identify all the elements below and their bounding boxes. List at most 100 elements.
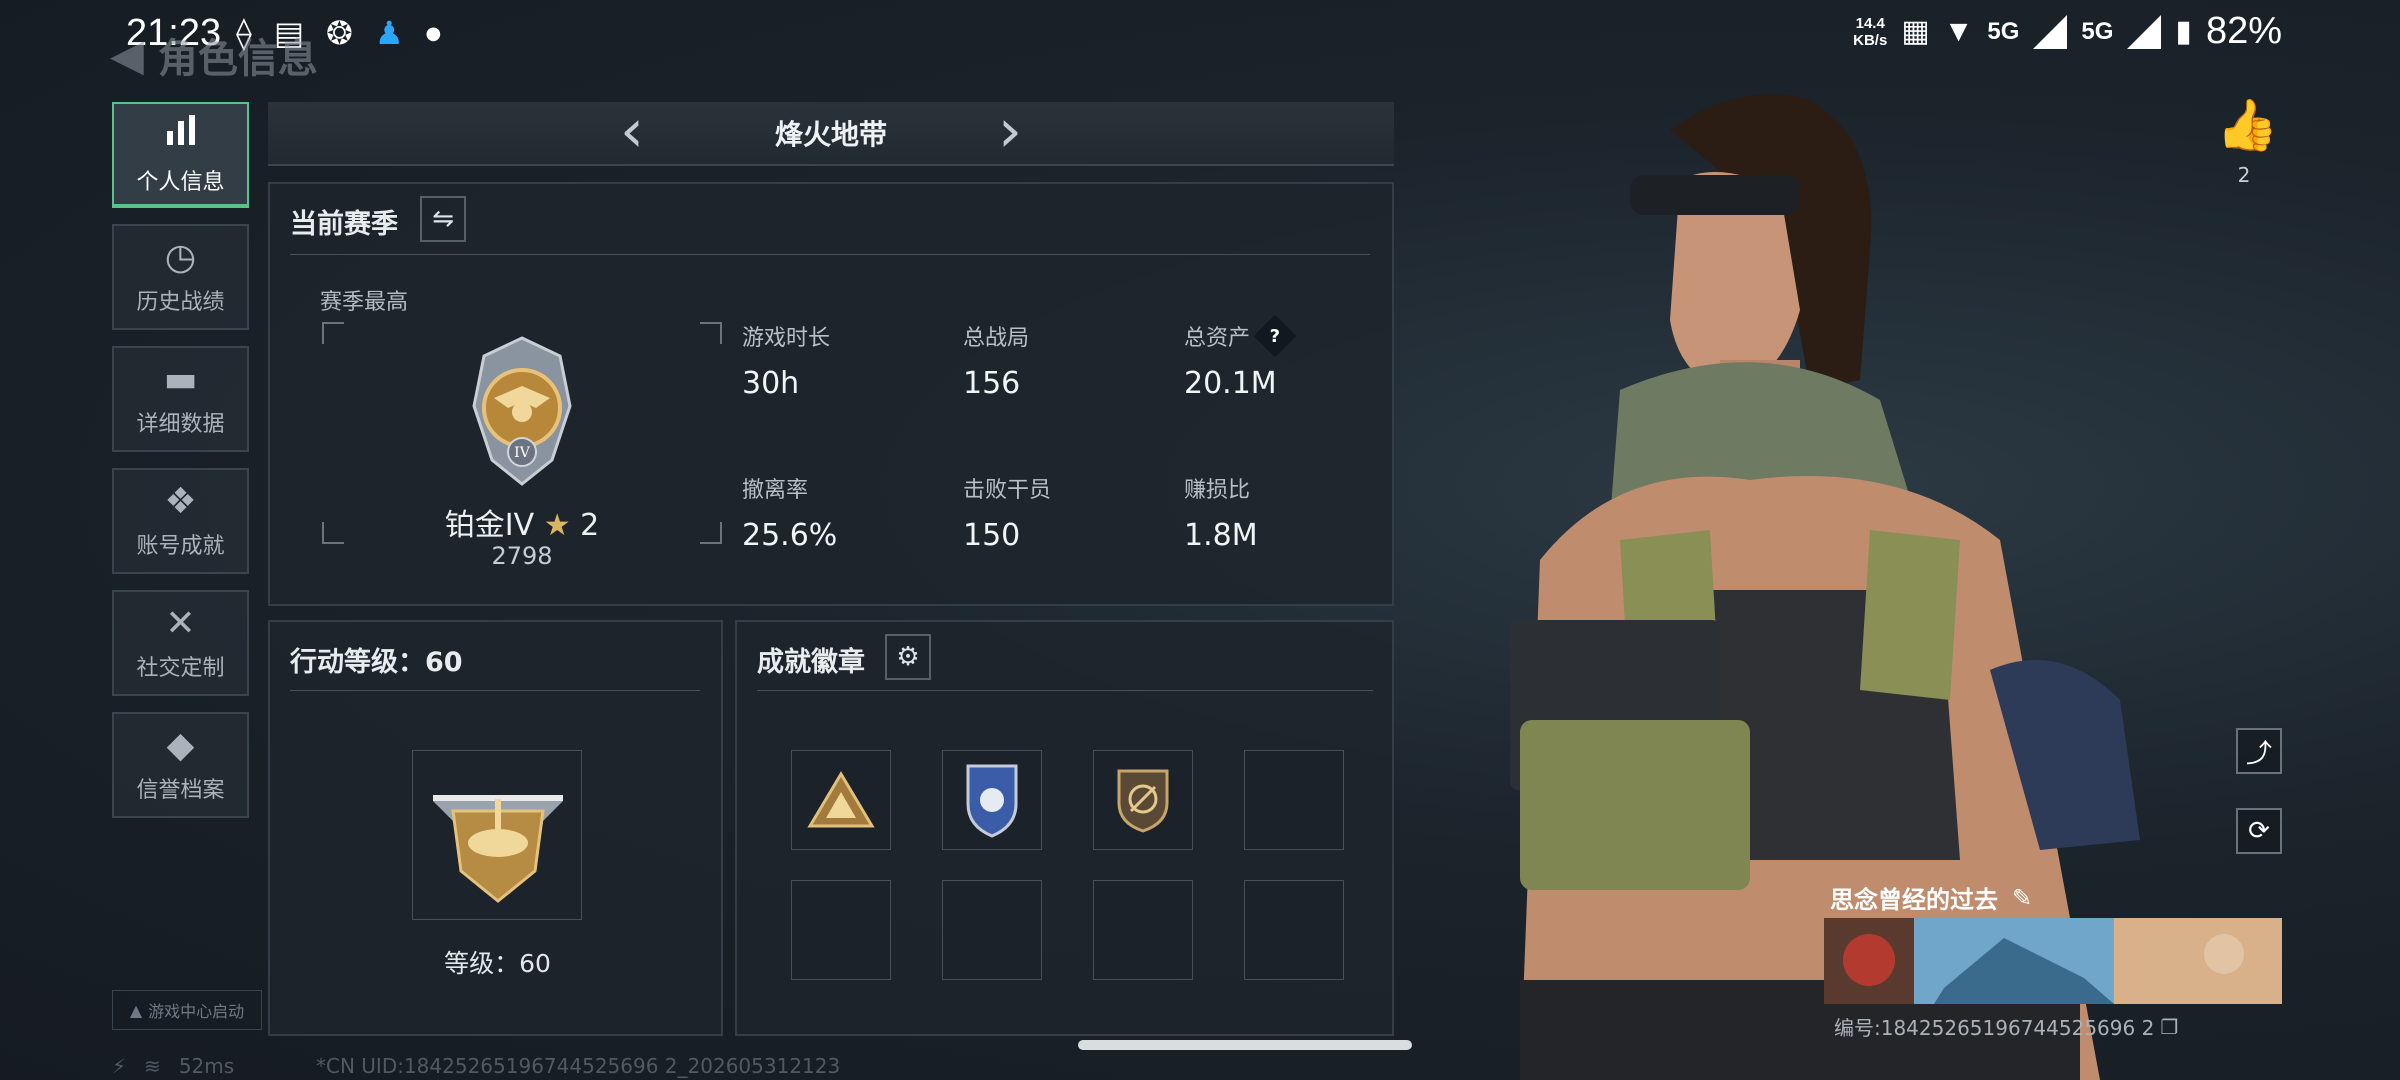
back-arrow-icon: ◀ — [110, 29, 144, 81]
uid-text: *CN UID:18425265196744525696 2_202605312… — [316, 1054, 841, 1078]
sidebar-item-label: 信誉档案 — [136, 778, 225, 803]
home-indicator[interactable] — [1078, 1040, 1412, 1050]
swap-icon: ⇋ — [432, 204, 454, 234]
sidebar-item-personal-info[interactable]: 个人信息 — [112, 102, 249, 208]
bar-chart-icon — [163, 113, 199, 158]
badge-slot-1[interactable] — [791, 750, 891, 850]
sidebar: 个人信息 ◷ 历史战绩 ▬ 详细数据 ❖ 账号成就 ✕ 社交定制 ◆ 信誉档案 — [112, 102, 249, 834]
stat-operators-defeated: 击败干员 150 — [963, 478, 1052, 553]
prev-mode-button[interactable]: ‹ — [620, 96, 644, 166]
help-icon[interactable]: ? — [1253, 314, 1297, 358]
helicopter-badge-icon — [433, 795, 563, 903]
like-button[interactable]: 👍 2 — [2216, 96, 2279, 187]
badges-title: 成就徽章 — [757, 647, 865, 678]
star-icon: ★ — [543, 508, 571, 543]
edit-icon: ✎ — [2012, 883, 2033, 912]
sidebar-item-achievement[interactable]: ❖ 账号成就 — [112, 468, 249, 574]
crest-badge-icon — [1117, 769, 1169, 833]
share-icon: ⤴ — [2245, 738, 2272, 769]
tools-icon: ✕ — [165, 603, 196, 644]
next-mode-button[interactable]: › — [998, 96, 1022, 166]
serial-number[interactable]: 编号:18425265196744525696 2 ❐ — [1834, 1012, 2178, 1041]
profile-banner[interactable] — [1824, 918, 2282, 1004]
switch-season-button[interactable]: ⇋ — [420, 196, 466, 242]
badge-settings-button[interactable]: ⚙ — [885, 634, 931, 680]
season-title: 当前赛季 — [290, 209, 398, 240]
page-title: 角色信息 — [157, 36, 318, 82]
mode-switcher: ‹ 烽火地带 › — [268, 96, 1394, 166]
network-info: ⚡ ≋ 52ms — [112, 1054, 234, 1078]
sidebar-item-history[interactable]: ◷ 历史战绩 — [112, 224, 249, 330]
stat-total-matches: 总战局 156 — [963, 326, 1030, 401]
triangle-badge-icon — [807, 771, 875, 828]
nfc-icon: ▦ — [1901, 15, 1930, 48]
signal-icon-1 — [2033, 14, 2068, 49]
credit-icon: ◆ — [166, 725, 195, 766]
lock-icon: ▲ — [129, 1000, 143, 1020]
share-button[interactable]: ⤴ — [2236, 728, 2282, 774]
badge-slot-2[interactable] — [942, 750, 1042, 850]
signal-icon-2 — [2127, 14, 2162, 49]
rank-name: 铂金IV ★ 2 — [444, 508, 600, 543]
battery-icon: ▮ — [2175, 15, 2192, 48]
signature-motto[interactable]: 思念曾经的过去 ✎ — [1830, 880, 2032, 915]
shield-badge-icon — [966, 764, 1018, 838]
divider — [290, 690, 700, 691]
network-speed: 14.4 KB/s — [1853, 14, 1888, 49]
badge-slot-6[interactable] — [942, 880, 1042, 980]
mode-title: 烽火地带 — [774, 118, 887, 151]
stat-profit-loss-ratio: 赚损比 1.8M — [1184, 478, 1258, 553]
motto-text: 思念曾经的过去 — [1830, 886, 1998, 914]
sidebar-item-label: 社交定制 — [136, 656, 225, 681]
game-center-launch-tag: ▲ 游戏中心启动 — [112, 990, 262, 1030]
battery-level: 82% — [2205, 10, 2282, 52]
launch-tag-label: 游戏中心启动 — [148, 1002, 245, 1021]
rank-display: IV 铂金IV ★ 2 2798 — [322, 322, 722, 570]
network-type-1: 5G — [1987, 17, 2020, 45]
status-bar: 21:23 ⟠ ▤ ❂ ♟ ● 14.4 KB/s ▦ ▼ 5G 5G ▮ 82… — [0, 0, 2400, 68]
badge-slot-7[interactable] — [1093, 880, 1193, 980]
sidebar-item-label: 个人信息 — [136, 169, 225, 195]
sidebar-item-label: 详细数据 — [136, 412, 225, 437]
ping-value: 52ms — [178, 1054, 235, 1078]
level-text: 等级：60 — [444, 949, 551, 978]
season-best-label: 赛季最高 — [320, 290, 409, 315]
refresh-button[interactable]: ⟳ — [2236, 808, 2282, 854]
stat-play-time: 游戏时长 30h — [742, 326, 831, 401]
platinum-rank-medal-icon: IV — [470, 336, 574, 486]
badge-slot-4[interactable] — [1244, 750, 1344, 850]
qq-icon: ♟ — [374, 14, 404, 52]
season-panel: 当前赛季 ⇋ 赛季最高 IV 铂金IV ★ 2 2798 游戏时长 30h 总战… — [268, 182, 1394, 606]
divider — [757, 690, 1373, 691]
badge-slot-8[interactable] — [1244, 880, 1344, 980]
wechat-icon: ❂ — [326, 14, 353, 52]
back-button[interactable]: ◀ 角色信息 — [110, 26, 318, 84]
refresh-icon: ⟳ — [2248, 816, 2270, 846]
sidebar-item-social[interactable]: ✕ 社交定制 — [112, 590, 249, 696]
more-dot-icon: ● — [425, 22, 442, 44]
status-right: 14.4 KB/s ▦ ▼ 5G 5G ▮ 82% — [1853, 10, 2282, 53]
gear-icon: ⚙ — [896, 642, 920, 672]
badge-slot-3[interactable] — [1093, 750, 1193, 850]
sidebar-item-label: 历史战绩 — [136, 290, 225, 315]
like-count: 2 — [2237, 163, 2251, 187]
copy-icon: ❐ — [2160, 1014, 2179, 1039]
achievement-badges-panel: 成就徽章 ⚙ — [735, 620, 1394, 1036]
action-level-panel: 行动等级：60 等级：60 — [268, 620, 723, 1036]
level-badge[interactable] — [412, 750, 582, 920]
badge-slot-5[interactable] — [791, 880, 891, 980]
achievement-icon: ❖ — [164, 481, 197, 522]
history-icon: ◷ — [164, 237, 197, 278]
stat-extraction-rate: 撤离率 25.6% — [742, 478, 838, 553]
network-type-2: 5G — [2081, 17, 2114, 45]
sidebar-item-label: 账号成就 — [136, 534, 225, 559]
svg-text:IV: IV — [514, 445, 531, 461]
rank-score: 2798 — [491, 542, 553, 570]
folder-icon: ▬ — [163, 359, 198, 400]
divider — [290, 254, 1370, 255]
sidebar-item-credit[interactable]: ◆ 信誉档案 — [112, 712, 249, 818]
wifi-icon: ▼ — [1943, 14, 1974, 48]
sidebar-item-detail-data[interactable]: ▬ 详细数据 — [112, 346, 249, 452]
thumbs-up-icon: 👍 — [2216, 96, 2279, 154]
stat-total-assets: 总资产 ? 20.1M — [1184, 314, 1384, 401]
